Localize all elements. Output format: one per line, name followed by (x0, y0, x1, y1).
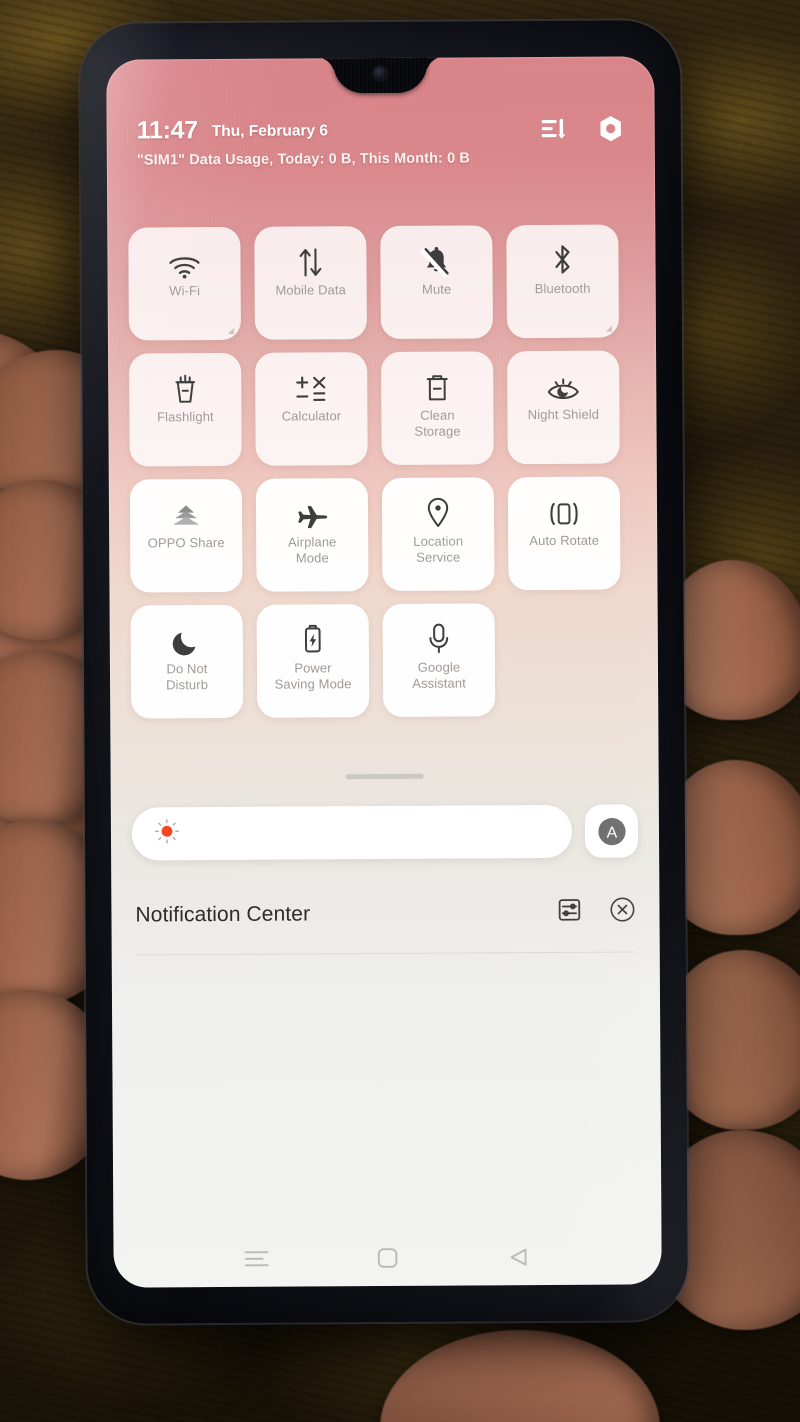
navigation-bar (113, 1240, 661, 1275)
tile-clean-storage[interactable]: Clean Storage (381, 351, 494, 466)
quick-settings-row: OPPO Share Airplane Mode Location Servic… (123, 476, 644, 593)
home-square-icon (377, 1248, 398, 1268)
expand-arrow-icon[interactable] (227, 327, 234, 334)
front-camera-icon (373, 66, 387, 81)
mobile-data-icon (295, 226, 325, 282)
brightness-row: A (111, 804, 659, 861)
tile-label: Power Saving Mode (274, 660, 352, 693)
flashlight-icon (171, 353, 199, 409)
tile-wifi[interactable]: Wi-Fi (128, 226, 241, 341)
tile-label: Flashlight (157, 409, 214, 425)
tile-mute[interactable]: Mute (380, 225, 493, 340)
brightness-sun-icon (154, 818, 180, 849)
clock: 11:47 (136, 115, 198, 145)
back-triangle-icon (510, 1248, 527, 1266)
moon-icon (172, 605, 202, 661)
tile-label: OPPO Share (147, 534, 225, 551)
airplane-icon (295, 478, 329, 534)
phone-screen: 11:47 Thu, February 6 "SIM1" Data Usage,… (106, 56, 662, 1288)
tile-label: Mobile Data (275, 282, 346, 298)
nav-home-button[interactable] (365, 1242, 409, 1274)
tile-label: Clean Storage (414, 407, 461, 440)
bell-muted-icon (420, 226, 452, 282)
tile-label: Bluetooth (534, 280, 591, 297)
eye-moon-icon (546, 351, 580, 407)
tile-label: Google Assistant (412, 659, 466, 692)
tile-auto-rotate[interactable]: Auto Rotate (507, 476, 621, 591)
tile-label: Airplane Mode (287, 534, 337, 566)
microphone-icon (426, 604, 452, 660)
calculator-icon (294, 352, 328, 408)
tile-label: Calculator (281, 408, 342, 424)
tile-calculator[interactable]: Calculator (255, 352, 368, 466)
date-label: Thu, February 6 (211, 122, 329, 141)
quick-settings-row: Wi-Fi Mobile Data Mute Bluetooth (121, 224, 642, 341)
settings-gear-icon[interactable] (597, 115, 625, 143)
battery-saver-icon (300, 604, 326, 660)
notification-actions (557, 896, 635, 927)
notification-center-header: Notification Center (111, 896, 659, 930)
tile-night-shield[interactable]: Night Shield (507, 350, 620, 465)
oppo-share-icon (169, 479, 203, 535)
trash-clean-icon (423, 352, 451, 408)
tile-location-service[interactable]: Location Service (381, 477, 495, 592)
brightness-slider[interactable] (131, 804, 573, 861)
notification-divider (135, 951, 636, 956)
nav-back-button[interactable] (496, 1241, 540, 1273)
edit-order-icon[interactable] (541, 118, 567, 140)
phone-device: 11:47 Thu, February 6 "SIM1" Data Usage,… (80, 20, 688, 1324)
bluetooth-icon (549, 225, 575, 281)
panel-drag-handle[interactable] (345, 773, 424, 780)
tile-label: Auto Rotate (529, 532, 600, 549)
tile-google-assistant[interactable]: Google Assistant (382, 603, 496, 718)
header-icon-group (541, 115, 625, 144)
status-header-top: 11:47 Thu, February 6 (137, 113, 625, 146)
quick-settings-row: Flashlight Calculator Clean Storage Nigh… (122, 350, 643, 467)
tile-mobile-data[interactable]: Mobile Data (254, 226, 367, 340)
clear-all-icon[interactable] (609, 896, 635, 927)
notification-settings-icon[interactable] (557, 898, 581, 927)
auto-rotate-icon (546, 477, 582, 533)
recents-menu-icon (244, 1251, 269, 1267)
bottom-finger (380, 1330, 660, 1422)
tile-do-not-disturb[interactable]: Do Not Disturb (130, 604, 244, 719)
auto-brightness-icon: A (597, 817, 626, 845)
tile-airplane-mode[interactable]: Airplane Mode (255, 478, 369, 592)
tile-oppo-share[interactable]: OPPO Share (129, 478, 243, 593)
tile-bluetooth[interactable]: Bluetooth (506, 224, 619, 339)
notification-center-title: Notification Center (135, 901, 311, 927)
photograph-scene: 11:47 Thu, February 6 "SIM1" Data Usage,… (0, 0, 800, 1422)
tile-label: Night Shield (527, 406, 600, 423)
quick-settings-grid: Wi-Fi Mobile Data Mute Bluetooth Flashli… (107, 224, 658, 731)
tile-label: Mute (421, 281, 452, 297)
tile-label: Wi-Fi (169, 283, 201, 299)
location-pin-icon (424, 478, 452, 534)
expand-arrow-icon[interactable] (605, 325, 612, 332)
auto-brightness-letter: A (606, 824, 617, 841)
auto-brightness-button[interactable]: A (584, 804, 639, 858)
tile-power-saving-mode[interactable]: Power Saving Mode (256, 604, 370, 718)
tile-flashlight[interactable]: Flashlight (129, 352, 242, 467)
tile-label: Do Not Disturb (166, 661, 209, 693)
nav-recents-button[interactable] (235, 1243, 279, 1275)
quick-settings-row: Do Not Disturb Power Saving Mode Google … (124, 602, 645, 719)
notification-list (112, 956, 662, 1239)
data-usage-text: "SIM1" Data Usage, Today: 0 B, This Mont… (136, 150, 471, 169)
tile-label: Location Service (413, 533, 464, 566)
status-header: 11:47 Thu, February 6 "SIM1" Data Usage,… (107, 112, 655, 168)
wifi-icon (167, 227, 201, 283)
